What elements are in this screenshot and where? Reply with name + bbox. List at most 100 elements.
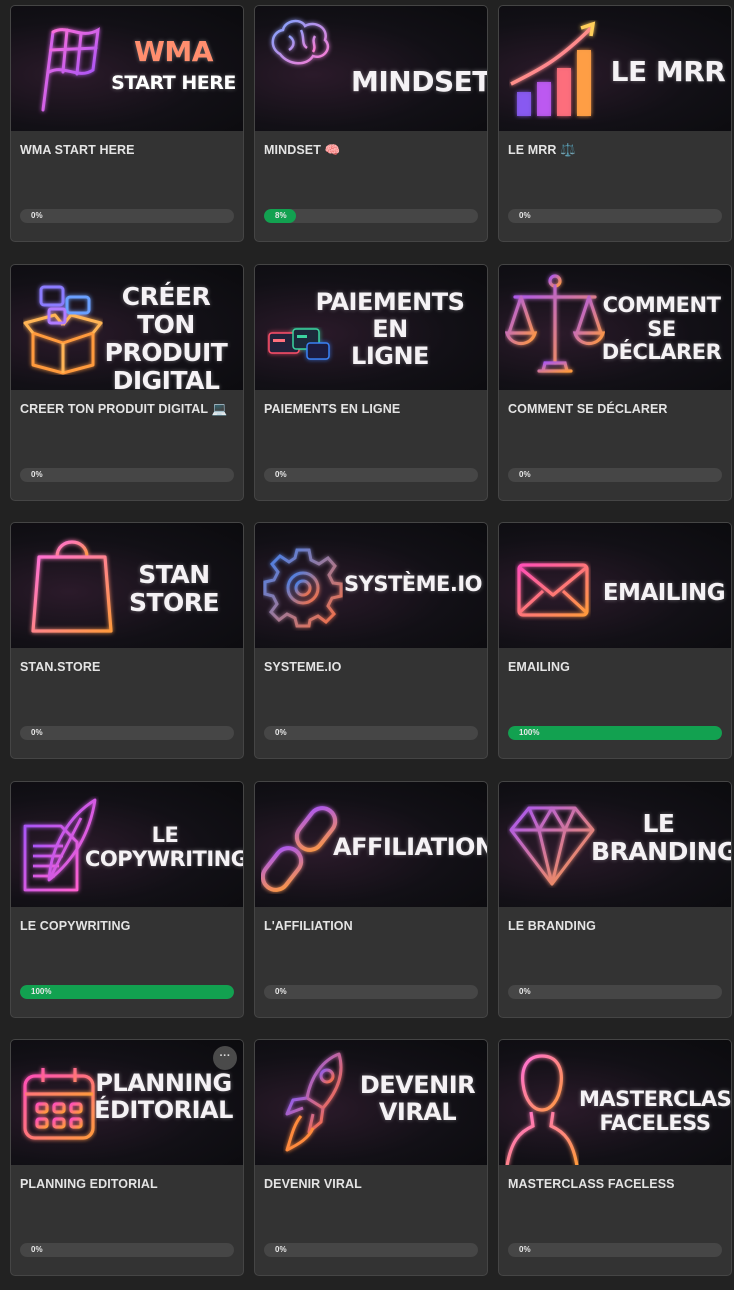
thumbnail-title-line: START HERE — [111, 72, 236, 95]
thumbnail-title: COMMENT SE DÉCLARER — [599, 293, 724, 365]
course-card[interactable]: STAN STORE STAN.STORE 0% — [10, 522, 244, 759]
course-card[interactable]: DEVENIR VIRAL DEVENIR VIRAL 0% — [254, 1039, 488, 1276]
thumbnail-title-line: SYSTÈME.IO — [343, 572, 483, 596]
progress-label: 0% — [519, 1245, 531, 1254]
course-title: WMA START HERE — [20, 143, 135, 157]
progress-label: 0% — [31, 211, 43, 220]
course-thumbnail: AFFILIATION — [255, 782, 487, 907]
course-thumbnail: MINDSET — [255, 6, 487, 131]
progress-fill — [508, 726, 722, 740]
progress-bar: 0% — [264, 1243, 478, 1257]
course-thumbnail: STAN STORE — [11, 523, 243, 648]
thumbnail-title-line: DEVENIR — [359, 1071, 476, 1099]
progress-label: 0% — [275, 987, 287, 996]
progress-bar: 0% — [264, 468, 478, 482]
course-card[interactable]: MASTERCLASS FACELESS MASTERCLASS FACELESS… — [498, 1039, 732, 1276]
course-title: COMMENT SE DÉCLARER — [508, 402, 668, 416]
thumbnail-title-line: VIRAL — [378, 1097, 457, 1126]
thumbnail-title: SYSTÈME.IO — [343, 572, 483, 597]
thumbnail-title-line: LE — [151, 823, 179, 847]
progress-label: 0% — [519, 987, 531, 996]
course-thumbnail: LE BRANDING — [499, 782, 731, 907]
thumbnail-title-line: PLANNING — [95, 1069, 232, 1097]
more-options-button[interactable]: ··· — [213, 1046, 237, 1070]
course-thumbnail: CRÉER TON PRODUIT DIGITAL — [11, 265, 243, 390]
thumbnail-title-line: CRÉER TON — [121, 282, 211, 339]
course-card[interactable]: PLANNING ÉDITORIAL ··· PLANNING EDITORIAL… — [10, 1039, 244, 1276]
course-title: MINDSET 🧠 — [264, 143, 341, 157]
thumbnail-title-line: LIGNE — [351, 341, 429, 370]
progress-fill — [20, 985, 234, 999]
thumbnail-title-line: COPYWRITING — [85, 846, 243, 871]
progress-label: 0% — [275, 470, 287, 479]
course-title: LE COPYWRITING — [20, 919, 131, 933]
course-title: MASTERCLASS FACELESS — [508, 1177, 675, 1191]
course-card[interactable]: CRÉER TON PRODUIT DIGITAL CREER TON PRODUI… — [10, 264, 244, 501]
course-card[interactable]: EMAILING EMAILING 100% — [498, 522, 732, 759]
course-thumbnail: MASTERCLASS FACELESS — [499, 1040, 731, 1165]
thumbnail-title: AFFILIATION — [333, 834, 487, 861]
course-thumbnail: LE MRR — [499, 6, 731, 131]
course-card[interactable]: LE COPYWRITING LE COPYWRITING 100% — [10, 781, 244, 1018]
progress-label: 0% — [275, 1245, 287, 1254]
course-title: LE MRR ⚖️ — [508, 143, 576, 157]
progress-label: 0% — [31, 1245, 43, 1254]
course-title: CREER TON PRODUIT DIGITAL 💻 — [20, 402, 228, 416]
progress-bar: 100% — [508, 726, 722, 740]
thumbnail-title: STAN STORE — [129, 561, 220, 617]
course-thumbnail: DEVENIR VIRAL — [255, 1040, 487, 1165]
thumbnail-title: LE COPYWRITING — [85, 823, 243, 871]
progress-label: 8% — [275, 211, 287, 220]
course-card[interactable]: LE BRANDING LE BRANDING 0% — [498, 781, 732, 1018]
progress-bar: 0% — [20, 209, 234, 223]
thumbnail-title: PAIEMENTS EN LIGNE — [295, 289, 485, 370]
course-card[interactable]: COMMENT SE DÉCLARER COMMENT SE DÉCLARER 0% — [498, 264, 732, 501]
thumbnail-title: MINDSET — [351, 65, 487, 98]
course-card[interactable]: MINDSET MINDSET 🧠 8% — [254, 5, 488, 242]
progress-bar: 0% — [508, 209, 722, 223]
course-thumbnail: PAIEMENTS EN LIGNE — [255, 265, 487, 390]
thumbnail-title-line: STORE — [129, 588, 220, 617]
course-title: EMAILING — [508, 660, 570, 674]
progress-bar: 8% — [264, 209, 478, 223]
thumbnail-title-line: MINDSET — [351, 65, 487, 98]
thumbnail-title-line: PAIEMENTS EN — [315, 288, 465, 343]
thumbnail-title-line: LE — [642, 809, 675, 838]
course-card[interactable]: SYSTÈME.IO SYSTEME.IO 0% — [254, 522, 488, 759]
progress-label: 0% — [31, 470, 43, 479]
course-title: PAIEMENTS EN LIGNE — [264, 402, 401, 416]
thumbnail-title-line: LE MRR — [610, 55, 726, 88]
thumbnail-title: WMA START HERE — [111, 36, 236, 95]
course-title: SYSTEME.IO — [264, 660, 342, 674]
thumbnail-title: LE MRR — [609, 55, 727, 88]
course-card[interactable]: AFFILIATION L'AFFILIATION 0% — [254, 781, 488, 1018]
progress-label: 0% — [31, 728, 43, 737]
thumbnail-title-line: DÉCLARER — [601, 340, 722, 365]
course-title: STAN.STORE — [20, 660, 101, 674]
course-thumbnail: SYSTÈME.IO — [255, 523, 487, 648]
thumbnail-title: LE BRANDING — [591, 809, 731, 866]
course-title: PLANNING EDITORIAL — [20, 1177, 158, 1191]
course-card[interactable]: LE MRR LE MRR ⚖️ 0% — [498, 5, 732, 242]
thumbnail-title: MASTERCLASS FACELESS — [579, 1087, 731, 1135]
progress-bar: 0% — [20, 468, 234, 482]
thumbnail-title-line: PRODUIT — [104, 338, 228, 367]
thumbnail-title-line: FACELESS — [599, 1110, 711, 1135]
thumbnail-title-line: COMMENT — [602, 293, 721, 317]
thumbnail-title: EMAILING — [599, 580, 729, 607]
progress-bar: 0% — [264, 985, 478, 999]
thumbnail-title: CRÉER TON PRODUIT DIGITAL — [95, 282, 237, 391]
course-card[interactable]: PAIEMENTS EN LIGNE PAIEMENTS EN LIGNE 0% — [254, 264, 488, 501]
progress-bar: 0% — [20, 1243, 234, 1257]
thumbnail-title: PLANNING ÉDITORIAL — [91, 1070, 236, 1124]
course-thumbnail: EMAILING — [499, 523, 731, 648]
course-title: DEVENIR VIRAL — [264, 1177, 362, 1191]
course-card[interactable]: WMA START HERE WMA START HERE 0% — [10, 5, 244, 242]
thumbnail-title-line: SE — [647, 316, 676, 341]
progress-label: 0% — [519, 470, 531, 479]
course-title: L'AFFILIATION — [264, 919, 353, 933]
course-title: LE BRANDING — [508, 919, 596, 933]
progress-bar: 100% — [20, 985, 234, 999]
thumbnail-title-line: ÉDITORIAL — [94, 1095, 233, 1124]
progress-label: 0% — [519, 211, 531, 220]
